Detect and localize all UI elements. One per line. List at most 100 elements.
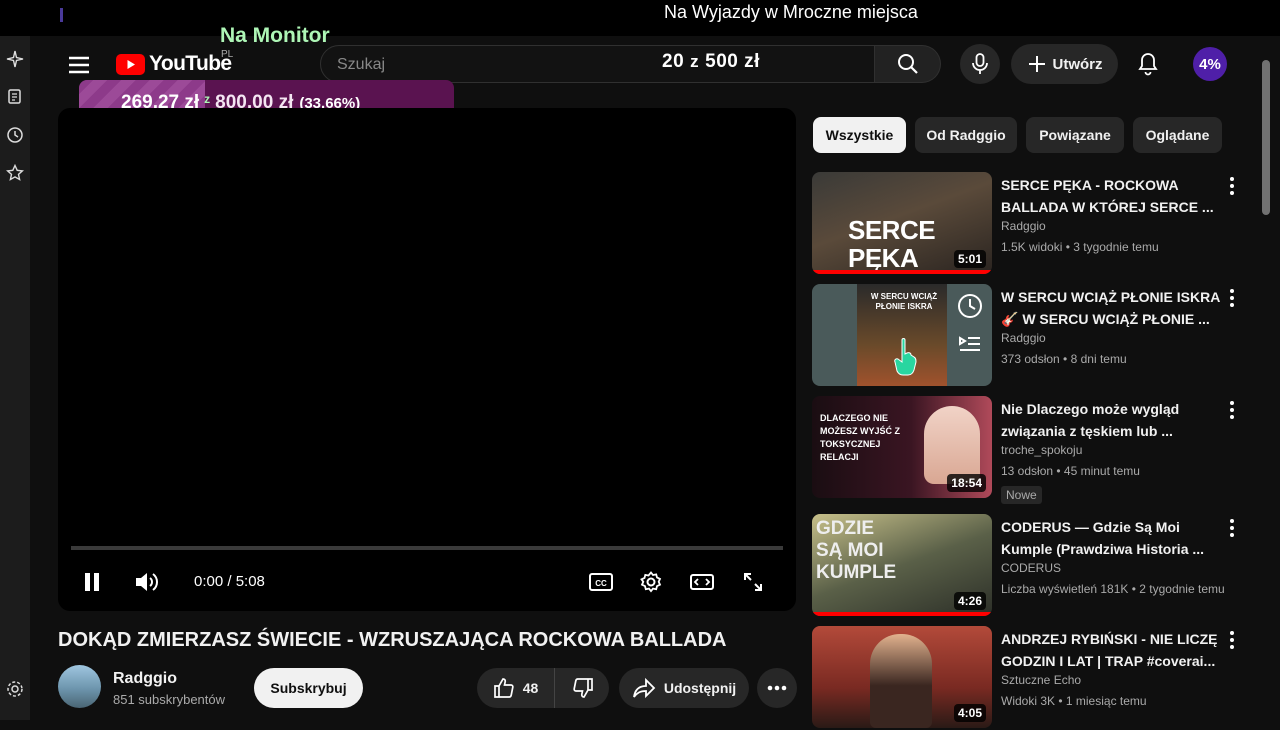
bell-icon <box>1138 53 1158 76</box>
subscriber-count: 851 subskrybentów <box>113 692 226 707</box>
recommendation-title[interactable]: W SERCU WCIĄŻ PŁONIE ISKRA 🎸 W SERCU WCI… <box>1001 286 1223 330</box>
stream-overlay-strip <box>0 0 1280 36</box>
chip-watched[interactable]: Oglądane <box>1133 117 1222 153</box>
more-vertical-icon[interactable] <box>1224 174 1240 198</box>
like-dislike-group: 48 <box>477 668 609 708</box>
watched-progress <box>812 612 992 616</box>
volume-button[interactable] <box>129 564 165 600</box>
new-badge: Nowe <box>1001 486 1042 504</box>
video-thumbnail[interactable]: DLACZEGO NIE MOŻESZ WYJŚĆ Z TOKSYCZNEJ R… <box>812 396 992 498</box>
hamburger-icon[interactable] <box>66 52 92 78</box>
account-avatar[interactable]: 4% <box>1193 47 1227 81</box>
chip-all[interactable]: Wszystkie <box>813 117 906 153</box>
channel-avatar[interactable] <box>58 665 101 708</box>
search-box[interactable] <box>320 45 875 84</box>
thumbnail-text: W SERCU WCIĄŻ PŁONIE ISKRA <box>870 292 938 311</box>
watch-later-icon[interactable] <box>956 292 984 320</box>
share-button[interactable]: Udostępnij <box>619 668 749 708</box>
overlay-title: Na Wyjazdy w Mroczne miejsca <box>664 2 918 22</box>
logo-text: YouTube <box>149 52 232 75</box>
recommendation-item[interactable]: DLACZEGO NIE MOŻESZ WYJŚĆ Z TOKSYCZNEJ R… <box>812 396 1252 504</box>
recommendation-item[interactable]: 4:05 ANDRZEJ RYBIŃSKI - NIE LICZĘ GODZIN… <box>812 626 1252 730</box>
more-horizontal-icon <box>767 685 787 691</box>
decoration <box>60 8 73 22</box>
recommendation-item[interactable]: GDZIE SĄ MOI KUMPLE 4:26 CODERUS — Gdzie… <box>812 514 1252 618</box>
recommendation-title[interactable]: ANDRZEJ RYBIŃSKI - NIE LICZĘ GODZIN I LA… <box>1001 628 1223 672</box>
recommendation-channel[interactable]: Sztuczne Echo <box>1001 673 1081 687</box>
goal-target: 500 zł <box>705 51 760 72</box>
cc-icon: CC <box>589 573 613 591</box>
recommendation-channel[interactable]: troche_spokoju <box>1001 443 1082 457</box>
recommendation-meta: Liczba wyświetleń 181K • 2 tygodnie temu <box>1001 582 1225 596</box>
pause-icon <box>85 573 99 591</box>
clock-icon[interactable] <box>4 124 26 146</box>
more-vertical-icon[interactable] <box>1224 398 1240 422</box>
voice-search-button[interactable] <box>960 44 1000 84</box>
recommendation-title[interactable]: CODERUS — Gdzie Są Moi Kumple (Prawdziwa… <box>1001 516 1223 560</box>
chip-from-channel[interactable]: Od Radggio <box>915 117 1017 153</box>
recommendation-meta: Widoki 3K • 1 miesiąc temu <box>1001 694 1147 708</box>
subscribe-button[interactable]: Subskrybuj <box>254 668 363 708</box>
page-scrollbar[interactable] <box>1262 60 1270 215</box>
svg-text:CC: CC <box>595 579 607 588</box>
sparkle-icon[interactable] <box>4 48 26 70</box>
more-vertical-icon[interactable] <box>1224 286 1240 310</box>
youtube-logo[interactable]: YouTube <box>116 52 232 76</box>
thumbnail-text: DLACZEGO NIE MOŻESZ WYJŚĆ Z TOKSYCZNEJ R… <box>820 413 901 462</box>
cursor-hand-icon <box>894 336 918 376</box>
channel-name[interactable]: Radggio <box>113 670 177 688</box>
time-display: 0:00 / 5:08 <box>194 573 265 590</box>
recommendation-channel[interactable]: Radggio <box>1001 331 1046 345</box>
more-actions-button[interactable] <box>757 668 797 708</box>
search-icon <box>897 54 918 74</box>
share-label: Udostępnij <box>663 680 737 696</box>
gear-icon <box>640 571 662 593</box>
search-button[interactable] <box>875 45 941 83</box>
mic-icon <box>972 53 988 74</box>
chip-related[interactable]: Powiązane <box>1026 117 1124 153</box>
notifications-button[interactable] <box>1128 44 1168 84</box>
recommendation-item[interactable]: SERCE PĘKA 5:01 SERCE PĘKA - ROCKOWA BAL… <box>812 172 1252 276</box>
like-button[interactable]: 48 <box>477 668 555 708</box>
playlist-icon[interactable] <box>4 86 26 108</box>
settings-button[interactable] <box>633 564 669 600</box>
more-vertical-icon[interactable] <box>1224 628 1240 652</box>
overlay-goal: 20 z 500 zł <box>662 51 760 73</box>
recommendation-meta: 373 odsłon • 8 dni temu <box>1001 352 1127 366</box>
recommendation-meta: 1.5K widoki • 3 tygodnie temu <box>1001 240 1159 254</box>
recommendation-channel[interactable]: CODERUS <box>1001 561 1061 575</box>
recommendation-title[interactable]: Nie Dlaczego może wygląd związania z tęs… <box>1001 398 1223 442</box>
subtitles-button[interactable]: CC <box>583 564 619 600</box>
more-vertical-icon[interactable] <box>1224 516 1240 540</box>
duration-badge: 4:26 <box>953 592 986 610</box>
thumbnail-portrait <box>924 406 980 484</box>
video-thumbnail[interactable]: SERCE PĘKA 5:01 <box>812 172 992 274</box>
gear-icon[interactable] <box>4 678 26 700</box>
video-thumbnail[interactable]: W SERCU WCIĄŻ PŁONIE ISKRA <box>812 284 992 386</box>
recommendation-channel[interactable]: Radggio <box>1001 219 1046 233</box>
video-thumbnail[interactable]: 4:05 <box>812 626 992 728</box>
theater-mode-button[interactable] <box>684 564 720 600</box>
duration-badge: 5:01 <box>953 250 986 268</box>
video-thumbnail[interactable]: GDZIE SĄ MOI KUMPLE 4:26 <box>812 514 992 616</box>
recommendation-meta: 13 odsłon • 45 minut temu <box>1001 464 1140 478</box>
video-player[interactable] <box>58 108 796 611</box>
watched-progress <box>812 270 992 274</box>
fullscreen-icon <box>744 573 762 591</box>
dislike-button[interactable] <box>557 668 609 708</box>
pause-button[interactable] <box>74 564 110 600</box>
share-icon <box>632 677 656 699</box>
create-button[interactable]: Utwórz <box>1011 44 1118 84</box>
star-icon[interactable] <box>4 162 26 184</box>
recommendation-item[interactable]: W SERCU WCIĄŻ PŁONIE ISKRA W SERCU WCIĄŻ… <box>812 284 1252 388</box>
search-input[interactable] <box>335 46 639 84</box>
thumbs-up-icon <box>493 678 514 698</box>
add-to-queue-icon[interactable] <box>956 330 984 358</box>
progress-bar[interactable] <box>71 546 783 550</box>
fullscreen-button[interactable] <box>735 564 771 600</box>
donation-sep: z <box>204 92 211 106</box>
thumbnail-text: GDZIE SĄ MOI KUMPLE <box>816 518 897 583</box>
duration-badge: 18:54 <box>947 474 986 492</box>
theater-icon <box>690 574 714 590</box>
recommendation-title[interactable]: SERCE PĘKA - ROCKOWA BALLADA W KTÓREJ SE… <box>1001 174 1223 218</box>
